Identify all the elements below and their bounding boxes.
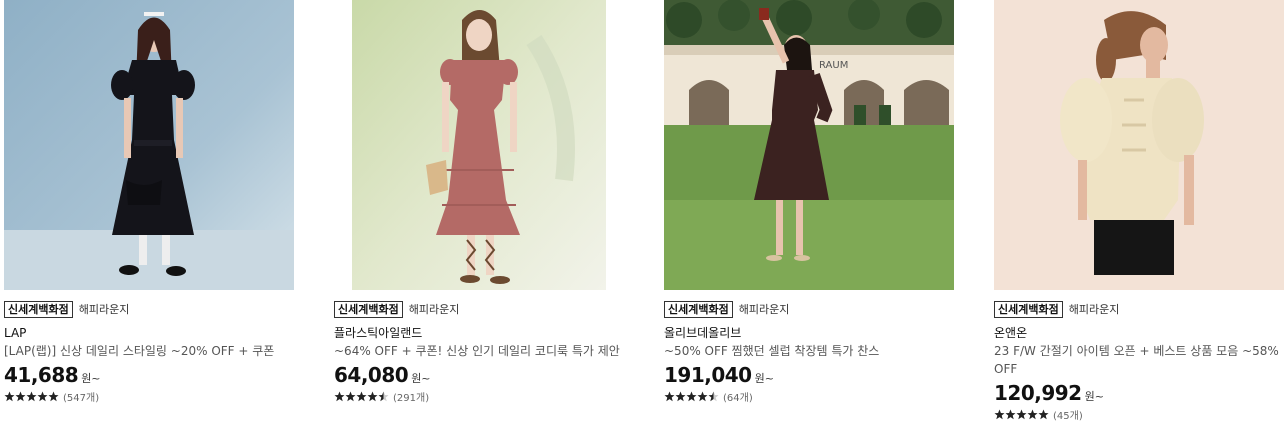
review-count: (64개) <box>723 393 753 404</box>
star-rating <box>664 391 719 402</box>
rating-row: (547개) <box>4 389 304 404</box>
star-icon <box>26 391 37 402</box>
star-icon <box>15 391 26 402</box>
price-row: 120,992 원~ <box>994 381 1287 405</box>
review-count: (547개) <box>63 393 100 404</box>
price-row: 41,688 원~ <box>4 363 304 387</box>
star-icon <box>675 391 686 402</box>
brand-name[interactable]: 온앤온 <box>994 325 1287 341</box>
product-card[interactable]: 신세계백화점 해피라운지 플라스틱아일랜드 ~64% OFF + 쿠폰! 신상 … <box>334 0 634 404</box>
brand-name[interactable]: LAP <box>4 325 304 341</box>
rating-row: (45개) <box>994 407 1287 422</box>
product-image[interactable] <box>334 0 634 290</box>
store-badge: 신세계백화점 <box>4 300 73 318</box>
product-title[interactable]: [LAP(랩)] 신상 데일리 스타일링 ~20% OFF + 쿠폰 <box>4 342 304 360</box>
store-tags: 신세계백화점 해피라운지 <box>4 300 304 318</box>
product-card[interactable]: RAUM 신세계백화점 해피라운지 올리브데올리브 ~50% OFF 찜했던 셀… <box>664 0 964 404</box>
brand-name[interactable]: 플라스틱아일랜드 <box>334 325 634 341</box>
price-row: 64,080 원~ <box>334 363 634 387</box>
store-tags: 신세계백화점 해피라운지 <box>334 300 634 318</box>
star-icon <box>48 391 59 402</box>
star-icon <box>994 409 1005 420</box>
star-icon <box>356 391 367 402</box>
brown-dress-garden-photo-icon: RAUM <box>664 0 954 290</box>
star-icon <box>1016 409 1027 420</box>
review-count: (291개) <box>393 393 430 404</box>
store-sub-label: 해피라운지 <box>408 303 460 316</box>
store-sub-label: 해피라운지 <box>78 303 130 316</box>
store-tags: 신세계백화점 해피라운지 <box>994 300 1287 318</box>
store-sub-label: 해피라운지 <box>1068 303 1120 316</box>
rose-dress-photo-icon <box>334 0 624 290</box>
star-rating <box>994 409 1049 420</box>
star-icon <box>378 391 389 402</box>
star-icon <box>1005 409 1016 420</box>
store-badge: 신세계백화점 <box>994 300 1063 318</box>
price-unit: 원~ <box>1084 390 1104 403</box>
product-card[interactable]: 신세계백화점 해피라운지 LAP [LAP(랩)] 신상 데일리 스타일링 ~2… <box>4 0 304 404</box>
store-badge: 신세계백화점 <box>664 300 733 318</box>
rating-row: (64개) <box>664 389 964 404</box>
product-card[interactable]: 신세계백화점 해피라운지 온앤온 23 F/W 간절기 아이템 오픈 + 베스트… <box>994 0 1287 422</box>
star-icon <box>345 391 356 402</box>
building-sign: RAUM <box>819 60 848 71</box>
star-icon <box>37 391 48 402</box>
star-icon <box>664 391 675 402</box>
price-value: 64,080 <box>334 363 409 387</box>
product-grid: 신세계백화점 해피라운지 LAP [LAP(랩)] 신상 데일리 스타일링 ~2… <box>0 0 1287 430</box>
store-sub-label: 해피라운지 <box>738 303 790 316</box>
price-unit: 원~ <box>754 372 774 385</box>
cream-blouse-photo-icon <box>994 0 1284 290</box>
star-icon <box>4 391 15 402</box>
review-count: (45개) <box>1053 411 1083 422</box>
star-rating <box>334 391 389 402</box>
store-tags: 신세계백화점 해피라운지 <box>664 300 964 318</box>
price-value: 41,688 <box>4 363 79 387</box>
star-icon <box>708 391 719 402</box>
product-image[interactable] <box>994 0 1287 290</box>
product-title[interactable]: 23 F/W 간절기 아이템 오픈 + 베스트 상품 모음 ~58% OFF <box>994 342 1287 378</box>
price-value: 191,040 <box>664 363 752 387</box>
star-rating <box>4 391 59 402</box>
star-icon <box>1038 409 1049 420</box>
black-dress-photo-icon <box>4 0 294 290</box>
star-icon <box>1027 409 1038 420</box>
price-row: 191,040 원~ <box>664 363 964 387</box>
product-title[interactable]: ~50% OFF 찜했던 셀럽 착장템 특가 찬스 <box>664 342 964 360</box>
price-value: 120,992 <box>994 381 1082 405</box>
rating-row: (291개) <box>334 389 634 404</box>
product-image[interactable] <box>4 0 304 290</box>
price-unit: 원~ <box>411 372 431 385</box>
product-image[interactable]: RAUM <box>664 0 964 290</box>
price-unit: 원~ <box>81 372 101 385</box>
store-badge: 신세계백화점 <box>334 300 403 318</box>
product-title[interactable]: ~64% OFF + 쿠폰! 신상 인기 데일리 코디룩 특가 제안 <box>334 342 634 360</box>
star-icon <box>334 391 345 402</box>
star-icon <box>686 391 697 402</box>
star-icon <box>367 391 378 402</box>
brand-name[interactable]: 올리브데올리브 <box>664 325 964 341</box>
star-icon <box>697 391 708 402</box>
